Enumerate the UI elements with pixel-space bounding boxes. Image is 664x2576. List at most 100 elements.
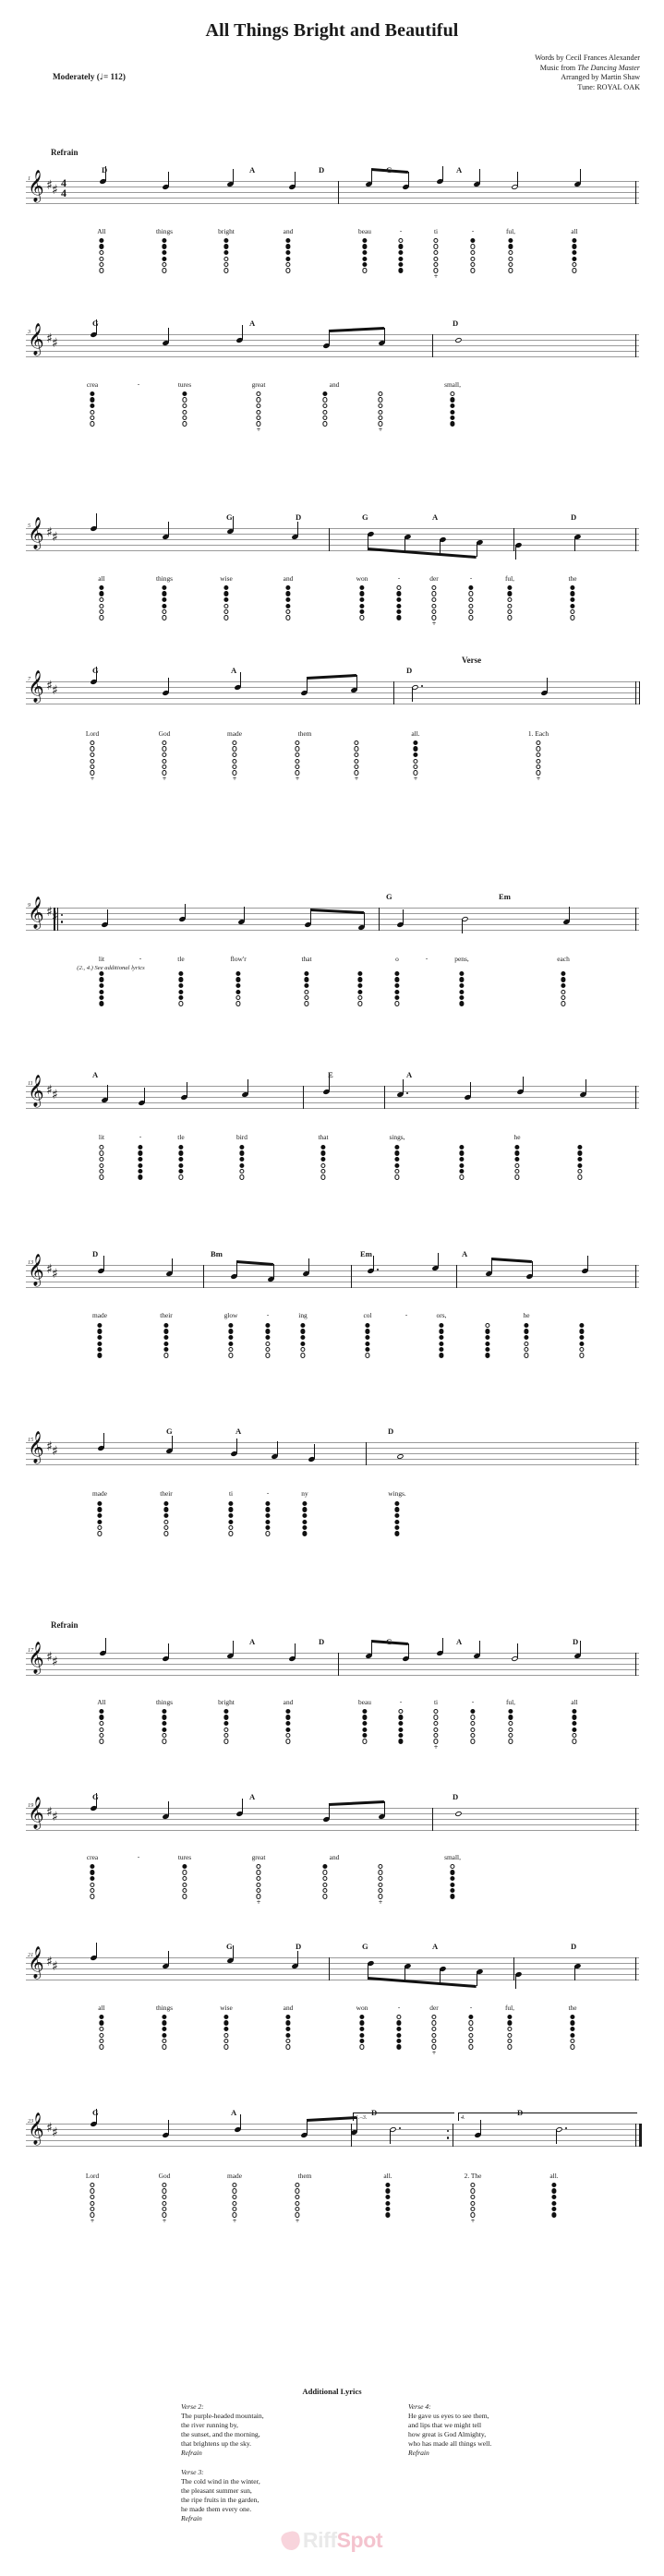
fingering-hole-open <box>223 262 229 268</box>
fingering-hole-closed <box>285 603 291 608</box>
verse-line: the river running by, <box>181 2421 238 2430</box>
fingering-hole-open <box>223 256 229 261</box>
fingering-hole-open <box>431 2039 437 2044</box>
fingering-hole-open <box>431 585 437 591</box>
staff-9: 𝄞 ♯ ♯ <box>26 1638 639 1677</box>
credit-music-source: The Dancing Master <box>577 63 640 72</box>
fingering-hole-open <box>362 268 368 273</box>
treble-clef-icon: 𝄞 <box>28 1431 44 1463</box>
note-stem <box>442 166 444 181</box>
chord-symbol: A <box>249 319 256 328</box>
note-stem <box>310 909 312 924</box>
fingering-hole-open <box>431 615 437 620</box>
fingering-diagram <box>398 1709 404 1745</box>
fingering-hole-open <box>90 2183 95 2188</box>
fingering-hole-closed <box>235 982 241 988</box>
fingering-hole-closed <box>138 1169 143 1174</box>
fingering-hole-open <box>450 391 455 397</box>
fingering-hole-closed <box>304 982 309 988</box>
fingering-diagram <box>162 585 167 621</box>
fingering-diagram: + <box>256 391 261 433</box>
verse-block-3: Verse 4: He gave us eyes to see them, and … <box>408 2402 565 2459</box>
note-stem <box>371 1641 373 1655</box>
key-signature-sharp: ♯ <box>52 1959 58 1974</box>
fingering-hole-closed <box>508 1715 513 1720</box>
fingering-hole-closed <box>90 391 95 397</box>
fingering-hole-closed <box>228 1512 234 1518</box>
fingering-hole-open <box>232 764 237 770</box>
fingering-hole-open <box>433 1733 439 1739</box>
fingering-diagram <box>178 971 184 1007</box>
fingering-hole-closed <box>97 1519 103 1524</box>
fingering-hole-open <box>470 262 476 268</box>
fingering-hole-closed <box>178 1162 184 1168</box>
fingering-hole-closed <box>394 1501 400 1507</box>
additional-lyrics-column-left: Verse 2: The purple-headed mountain, the r… <box>181 2402 338 2533</box>
fingering-hole-open <box>162 2207 167 2212</box>
fingering-hole-closed <box>450 409 455 415</box>
lyric-syllable: All <box>97 1698 106 1706</box>
verse-refrain-cue: Refrain <box>181 2514 202 2523</box>
barline <box>635 1653 636 1676</box>
lyric-syllable: lit <box>98 1133 105 1141</box>
fingering-hole-open <box>572 262 577 268</box>
fingering-hole-open <box>485 1323 490 1329</box>
fingering-hole-closed <box>223 591 229 596</box>
key-signature-sharp: ♯ <box>52 183 58 198</box>
fingering-hole-open <box>256 1882 261 1887</box>
lyric-syllable: made <box>226 729 243 738</box>
fingering-hole-open <box>470 1739 476 1744</box>
fingering-hole-closed <box>99 995 104 1001</box>
fingering-hole-closed <box>359 585 365 591</box>
fingering-hole-open <box>232 2200 237 2206</box>
fingering-hole-closed <box>459 971 465 977</box>
note-stem <box>403 909 404 924</box>
fingering-hole-open <box>579 1353 585 1358</box>
lyric-syllable: - <box>266 1489 270 1497</box>
fingering-hole-open <box>178 1001 184 1006</box>
fingering-hole-closed <box>439 1341 444 1346</box>
fingering-hole-open <box>182 1870 187 1875</box>
fingering-hole-closed <box>365 1341 370 1346</box>
fingering-hole-open <box>256 415 261 421</box>
staff-8: 𝄞 ♯ ♯ <box>26 1433 639 1466</box>
lyric-syllable: 2. The <box>464 2172 482 2180</box>
fingering-hole-open <box>99 1174 104 1180</box>
staff-line <box>26 340 639 341</box>
fingering-hole-closed <box>398 249 404 255</box>
fingering-hole-closed <box>398 1727 404 1732</box>
fingering-hole-closed <box>97 1347 103 1353</box>
staff-line <box>26 345 639 346</box>
staff-line <box>26 2124 639 2125</box>
fingering-hole-open <box>508 1739 513 1744</box>
verse-line: the pleasant summer sun, <box>181 2486 252 2495</box>
key-signature-sharp: ♯ <box>52 683 58 698</box>
fingering-hole-closed <box>570 585 575 591</box>
fingering-diagram <box>99 2015 104 2051</box>
fingering-hole-closed <box>514 1145 520 1150</box>
fingering-hole-closed <box>413 746 418 752</box>
fingering-hole-open <box>99 1733 104 1739</box>
verse-line: the ripe fruits in the garden, <box>181 2495 260 2504</box>
barline <box>366 1442 367 1465</box>
beam <box>307 674 357 680</box>
lyric-syllable: 1. Each <box>527 729 549 738</box>
lyric-syllable: things <box>155 2004 174 2012</box>
fingering-hole-open <box>304 989 309 994</box>
fingering-hole-open <box>322 397 328 403</box>
fingering-hole-open <box>359 615 365 620</box>
fingering-diagram <box>99 971 104 1007</box>
fingering-hole-open <box>99 268 104 273</box>
fingering-hole-closed <box>162 2015 167 2020</box>
verse-line: He gave us eyes to see them, <box>408 2412 489 2421</box>
verse-line: how great is God Almighty, <box>408 2430 487 2439</box>
fingering-hole-closed <box>459 977 465 982</box>
fingering-hole-open <box>431 2020 437 2026</box>
fingering-hole-open <box>90 746 95 752</box>
fingering-diagram <box>485 1323 490 1359</box>
lyric-syllable: bird <box>236 1133 247 1141</box>
tempo-marking: Moderately (♩= 112) <box>53 72 126 82</box>
fingering-diagram <box>394 1501 400 1537</box>
lyric-syllable: all <box>98 574 105 583</box>
chord-symbol: G <box>166 1426 173 1436</box>
